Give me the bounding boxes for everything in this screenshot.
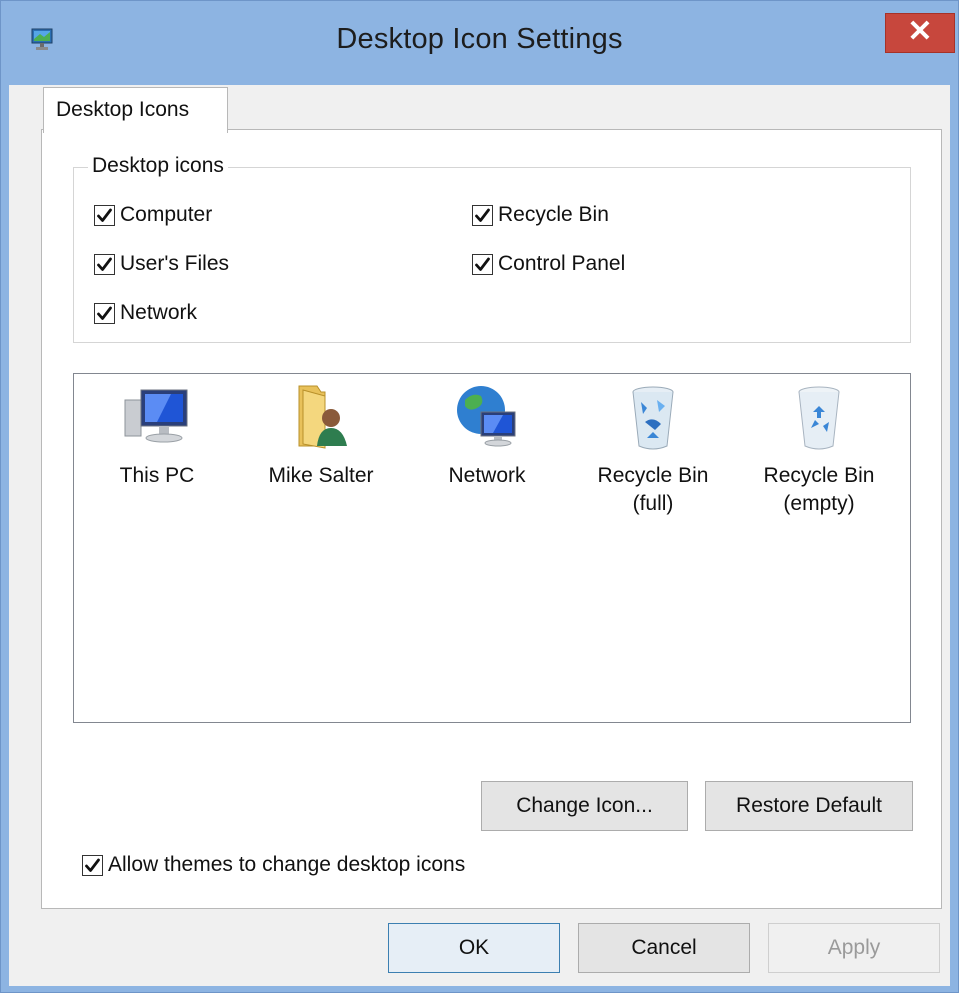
checkbox-box[interactable]	[94, 302, 115, 324]
ok-button[interactable]: OK	[388, 923, 560, 973]
checkbox-box[interactable]	[94, 204, 115, 226]
close-icon: ✕	[907, 15, 933, 48]
tab-panel: Desktop icons Computer Recycle Bin User'…	[41, 129, 942, 909]
checkbox-label: Computer	[120, 203, 213, 226]
restore-default-button[interactable]: Restore Default	[705, 781, 913, 831]
close-button[interactable]: ✕	[885, 13, 955, 53]
checkbox-box[interactable]	[94, 253, 115, 275]
checkmark-icon	[85, 858, 100, 872]
icon-list[interactable]: This PC Mike Salter Network Recycle Bin …	[73, 373, 911, 723]
icon-label: Recycle Bin (empty)	[763, 464, 875, 515]
checkbox-control-panel[interactable]: Control Panel	[472, 250, 625, 278]
list-item-network[interactable]: Network	[412, 382, 562, 490]
checkbox-label: Control Panel	[498, 252, 626, 275]
checkmark-icon	[475, 257, 490, 271]
checkmark-icon	[475, 208, 490, 222]
computer-icon	[124, 389, 188, 443]
desktop-icons-groupbox: Desktop icons Computer Recycle Bin User'…	[73, 154, 911, 343]
network-globe-icon	[457, 386, 516, 447]
checkmark-icon	[97, 257, 112, 271]
list-item-recycle-bin-full[interactable]: Recycle Bin (full)	[578, 382, 728, 518]
recycle-bin-full-icon	[632, 386, 674, 450]
checkbox-box[interactable]	[472, 204, 493, 226]
dialog-window: Desktop Icon Settings ✕ Desktop Icons De…	[0, 0, 959, 993]
recycle-bin-empty-icon	[798, 386, 840, 450]
icon-label: Mike Salter	[268, 464, 374, 487]
groupbox-legend: Desktop icons	[88, 154, 228, 178]
checkbox-box[interactable]	[472, 253, 493, 275]
icon-label: Network	[448, 464, 526, 487]
checkbox-recycle-bin[interactable]: Recycle Bin	[472, 201, 609, 229]
tab-desktop-icons[interactable]: Desktop Icons	[43, 87, 228, 133]
apply-button[interactable]: Apply	[768, 923, 940, 973]
checkmark-icon	[97, 306, 112, 320]
checkbox-label: Recycle Bin	[498, 203, 609, 226]
dialog-client-area: Desktop Icons Desktop icons Computer Rec…	[9, 85, 950, 986]
list-item-user-folder[interactable]: Mike Salter	[246, 382, 396, 490]
checkmark-icon	[97, 208, 112, 222]
icon-label: This PC	[119, 464, 195, 487]
checkbox-network[interactable]: Network	[94, 299, 197, 327]
icon-label: Recycle Bin (full)	[597, 464, 709, 515]
checkbox-users-files[interactable]: User's Files	[94, 250, 229, 278]
checkbox-label: Allow themes to change desktop icons	[108, 853, 466, 876]
change-icon-button[interactable]: Change Icon...	[481, 781, 688, 831]
list-item-this-pc[interactable]: This PC	[82, 382, 232, 490]
checkbox-label: User's Files	[120, 252, 230, 275]
checkbox-label: Network	[120, 301, 198, 324]
checkbox-allow-themes[interactable]: Allow themes to change desktop icons	[82, 851, 465, 879]
cancel-button[interactable]: Cancel	[578, 923, 750, 973]
window-title: Desktop Icon Settings	[336, 23, 623, 55]
checkbox-box[interactable]	[82, 854, 103, 876]
title-bar[interactable]: Desktop Icon Settings ✕	[1, 1, 958, 85]
checkbox-computer[interactable]: Computer	[94, 201, 212, 229]
user-folder-icon	[298, 385, 347, 449]
list-item-recycle-bin-empty[interactable]: Recycle Bin (empty)	[744, 382, 894, 518]
